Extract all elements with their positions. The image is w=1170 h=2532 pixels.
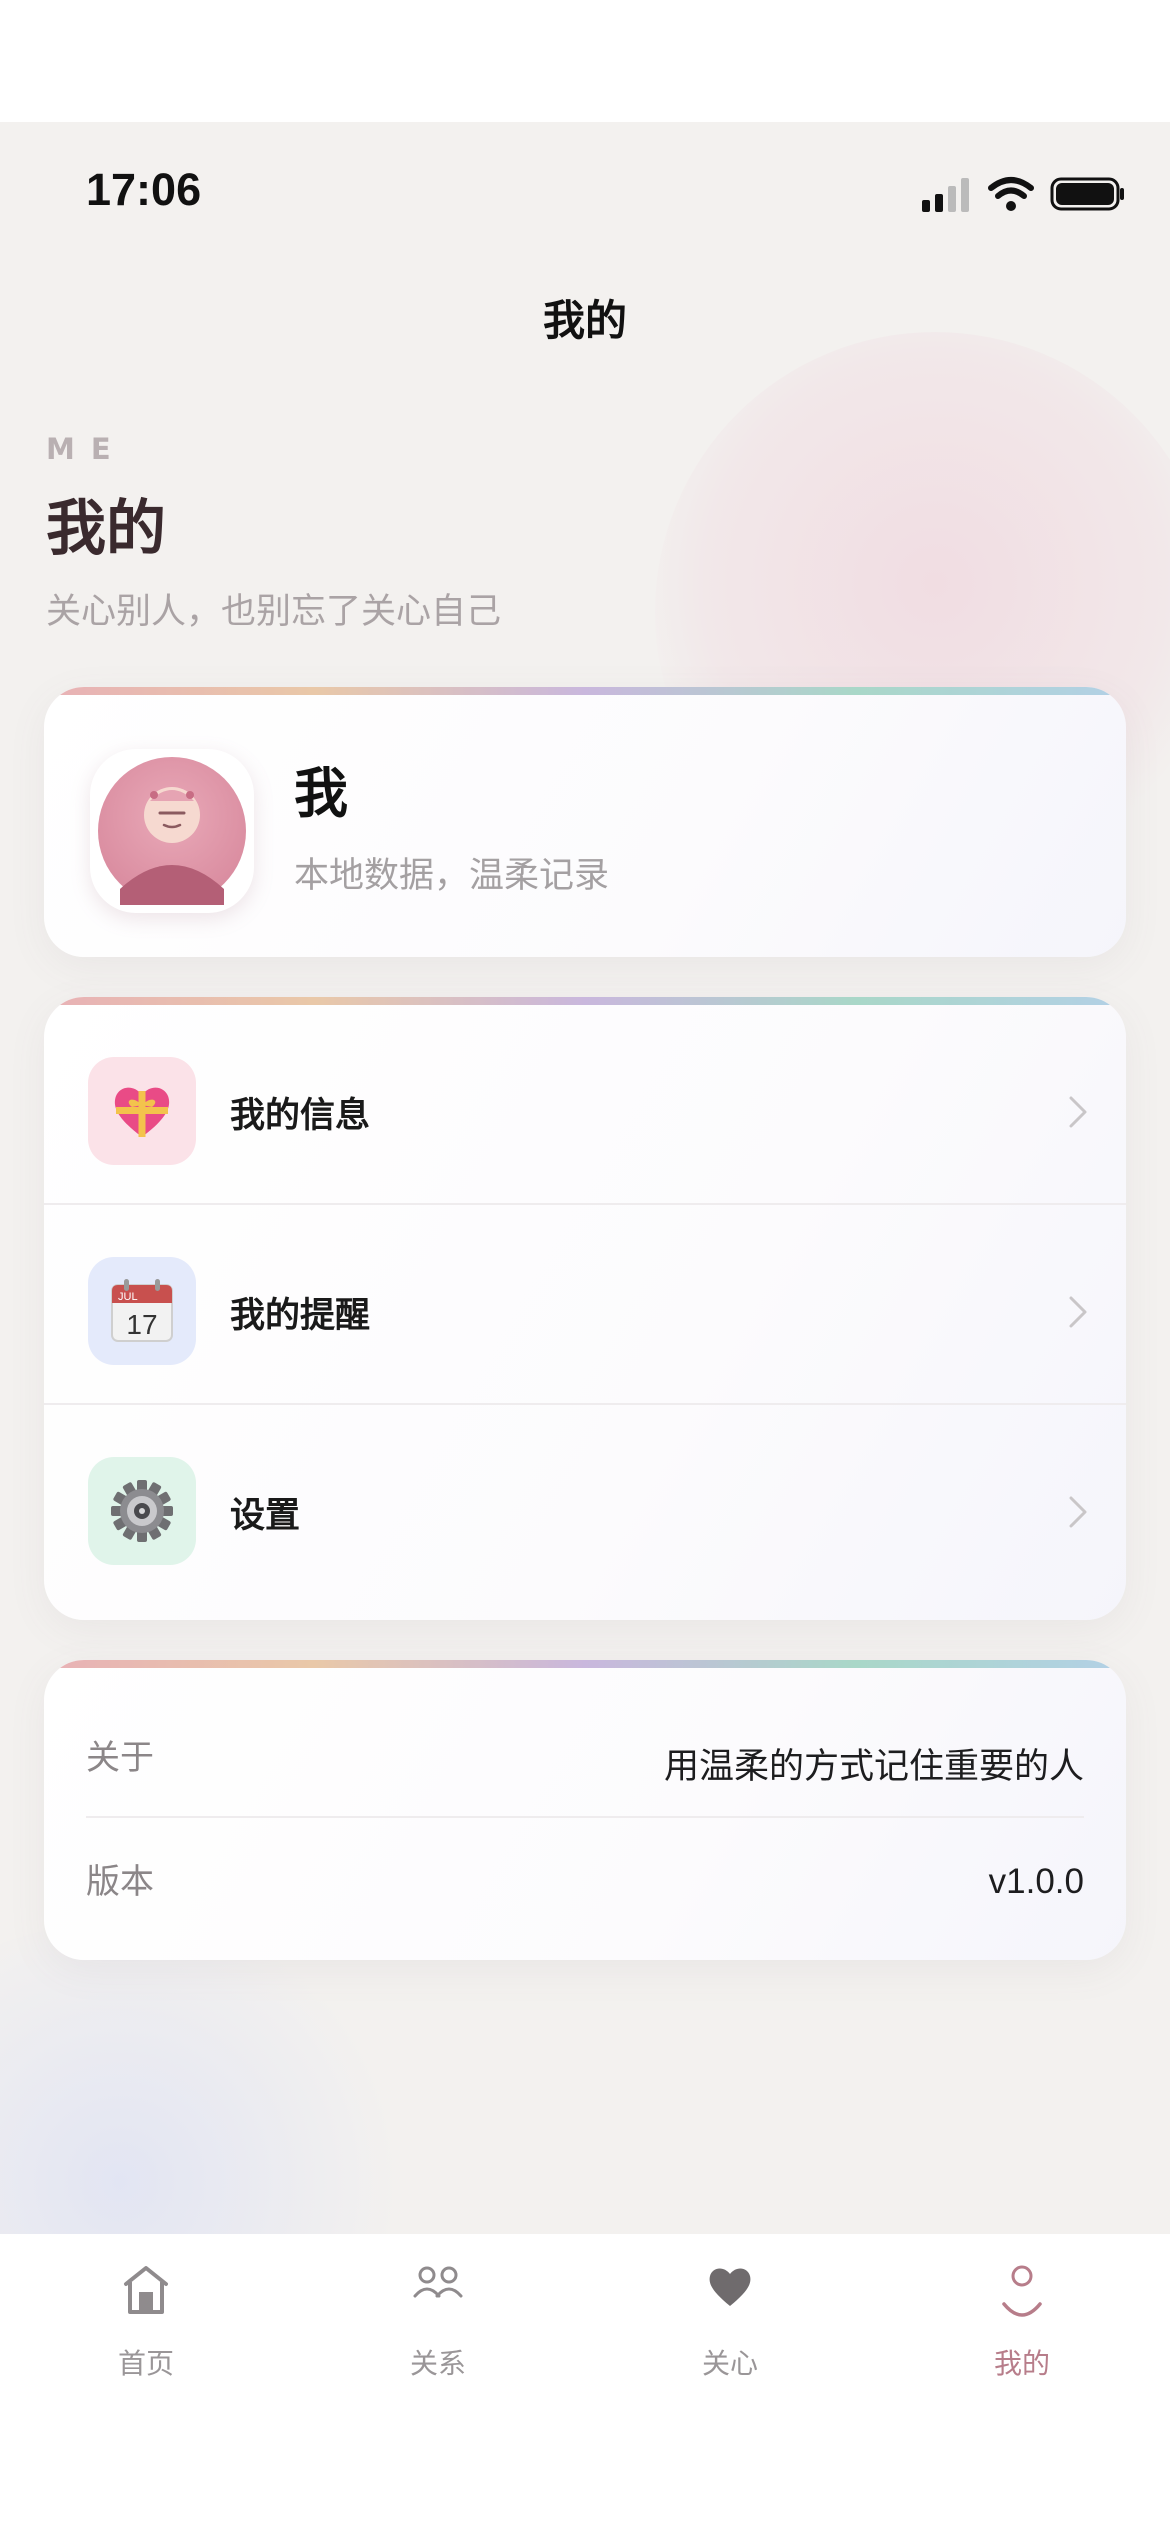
about-row: 关于 用温柔的方式记住重要的人 (86, 1694, 1084, 1818)
menu-item-settings[interactable]: 设置 (44, 1405, 1126, 1605)
profile-subtitle: 本地数据，温柔记录 (294, 856, 610, 896)
chevron-right-icon (1069, 1496, 1087, 1528)
card-accent-stripe (44, 1660, 1126, 1668)
app-screen: 17:06 我的 ME 我的 关心别人，也别忘了关心自己 我 本地数据，温柔记录… (0, 122, 1170, 2408)
tab-me[interactable]: 我的 (876, 2234, 1168, 2408)
hero-subtitle: 关心别人，也别忘了关心自己 (46, 592, 502, 632)
card-accent-stripe (44, 997, 1126, 1005)
tab-bar: 首页 关系 关心 我的 (0, 2234, 1170, 2408)
profile-icon (1002, 2265, 1042, 2317)
card-accent-stripe (44, 687, 1126, 695)
status-time: 17:06 (86, 164, 202, 215)
tab-label: 我的 (993, 2347, 1050, 2380)
tab-label: 首页 (117, 2347, 174, 2380)
about-card: 关于 用温柔的方式记住重要的人 版本 v1.0.0 (44, 1660, 1126, 1960)
menu-item-label: 我的信息 (230, 1096, 371, 1136)
version-value: v1.0.0 (988, 1862, 1084, 1901)
heart-gift-icon (88, 1057, 196, 1165)
calendar-day: 17 (126, 1309, 157, 1340)
tab-label: 关心 (701, 2347, 758, 2380)
version-key: 版本 (86, 1862, 154, 1902)
chevron-right-icon (1069, 1296, 1087, 1328)
menu-card: 我的信息 JUL 17 我的提醒 设置 (44, 997, 1126, 1620)
about-value: 用温柔的方式记住重要的人 (663, 1747, 1084, 1786)
about-key: 关于 (86, 1738, 154, 1778)
signal-icon (922, 178, 969, 212)
version-row: 版本 v1.0.0 (86, 1818, 1084, 1942)
home-icon (124, 2266, 168, 2314)
hero-section: ME 我的 关心别人，也别忘了关心自己 (46, 432, 501, 634)
profile-name: 我 (294, 762, 348, 825)
tab-home[interactable]: 首页 (0, 2234, 292, 2408)
chevron-right-icon (1069, 1096, 1087, 1128)
hero-title: 我的 (46, 494, 166, 564)
battery-icon (1050, 177, 1124, 211)
hero-eyebrow: ME (46, 432, 127, 466)
menu-item-label: 我的提醒 (230, 1296, 371, 1336)
status-bar: 17:06 (0, 122, 1170, 262)
tab-label: 关系 (409, 2347, 466, 2380)
page-title: 我的 (542, 296, 627, 345)
tab-relations[interactable]: 关系 (292, 2234, 584, 2408)
status-icons (922, 174, 1126, 214)
wifi-icon (988, 177, 1034, 211)
menu-item-my-info[interactable]: 我的信息 (44, 1005, 1126, 1205)
tab-care[interactable]: 关心 (584, 2234, 876, 2408)
avatar[interactable] (90, 749, 254, 913)
calendar-month: JUL (118, 1291, 138, 1303)
menu-item-label: 设置 (230, 1496, 301, 1536)
profile-card[interactable]: 我 本地数据，温柔记录 (44, 687, 1126, 957)
heart-icon (709, 2268, 751, 2306)
menu-item-my-reminders[interactable]: JUL 17 我的提醒 (44, 1205, 1126, 1405)
avatar-icon (98, 757, 246, 905)
gear-icon (88, 1457, 196, 1565)
calendar-icon: JUL 17 (88, 1257, 196, 1365)
people-icon (413, 2266, 463, 2298)
